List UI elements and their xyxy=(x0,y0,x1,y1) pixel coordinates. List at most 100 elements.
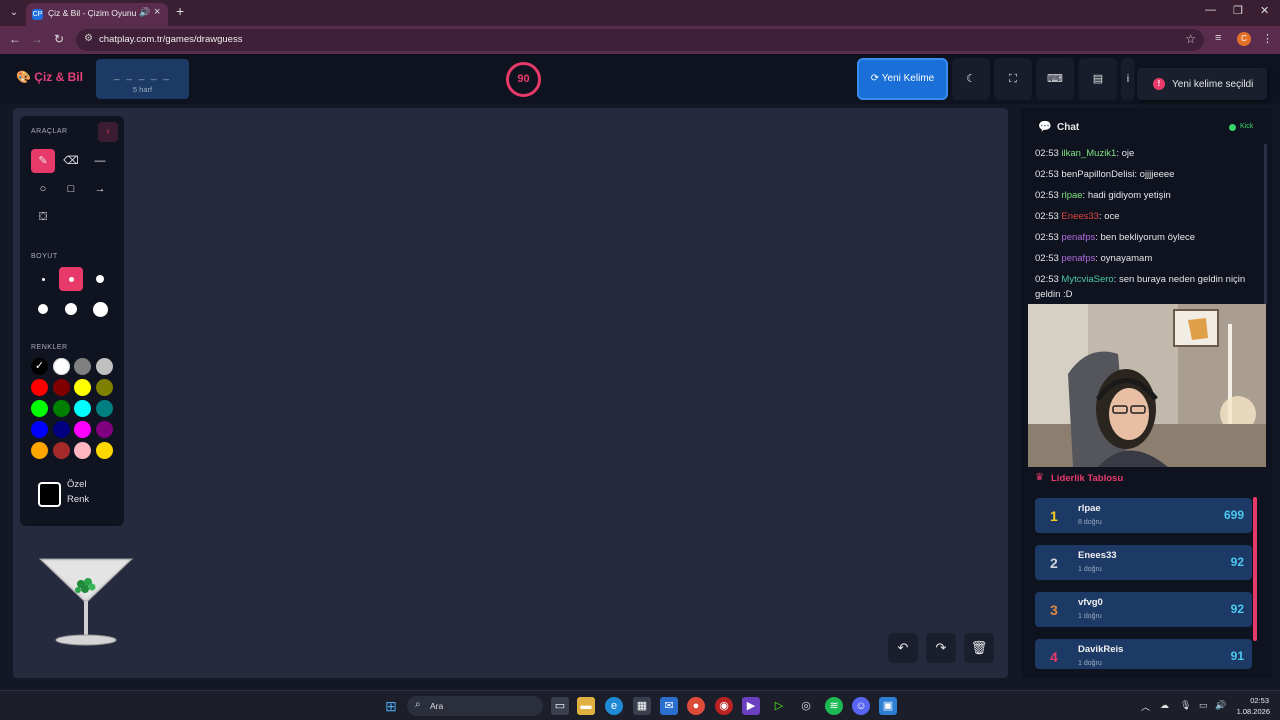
obs-icon[interactable]: ◎ xyxy=(797,697,815,715)
color-swatch[interactable] xyxy=(52,442,70,459)
color-swatch[interactable] xyxy=(31,379,48,396)
app-header: 🎨 Çiz & Bil _ _ _ _ _ 5 harf 90 ⟳ Yeni K… xyxy=(0,54,1280,104)
chat-username[interactable]: MytcviaSero xyxy=(1061,274,1113,285)
file-explorer-icon[interactable]: ▬ xyxy=(577,697,595,715)
kick-app-icon[interactable]: ▷ xyxy=(770,697,788,715)
photos-app-icon[interactable]: ▣ xyxy=(879,697,897,715)
app-logo[interactable]: 🎨 Çiz & Bil xyxy=(16,70,83,84)
url-text: chatplay.com.tr/games/drawguess xyxy=(99,34,243,45)
color-swatch[interactable] xyxy=(95,400,113,417)
color-swatch[interactable] xyxy=(95,358,113,375)
chat-message: 02:53 benPapillonDelisi: ojjjjeeee xyxy=(1035,167,1265,182)
clock-date[interactable]: 1.08.2026 xyxy=(1232,707,1270,716)
site-info-icon[interactable]: ⚙ xyxy=(84,33,93,44)
custom-color-button[interactable] xyxy=(38,482,61,507)
size-option-lg[interactable] xyxy=(31,297,55,321)
browser-tab[interactable]: CP Çiz & Bil - Çizim Oyunu 🔊 × xyxy=(26,3,168,26)
fullscreen-icon[interactable]: ⛶ xyxy=(994,58,1032,100)
color-swatch[interactable]: ✓ xyxy=(31,358,48,375)
leaderboard-scrollbar[interactable] xyxy=(1253,497,1257,641)
color-swatch[interactable] xyxy=(52,400,70,417)
reload-icon[interactable]: ↻ xyxy=(54,32,64,46)
chat-username[interactable]: rlpae xyxy=(1061,190,1082,201)
color-swatch[interactable] xyxy=(52,421,70,438)
tab-title: Çiz & Bil - Çizim Oyunu xyxy=(48,8,137,18)
chat-username[interactable]: benPapillonDelisi xyxy=(1061,169,1134,180)
color-swatch[interactable] xyxy=(52,379,70,396)
volume-icon[interactable]: 🔊 xyxy=(1215,700,1226,711)
video-editor-icon[interactable]: ▶ xyxy=(742,697,760,715)
chrome-browser-icon[interactable]: ● xyxy=(687,697,705,715)
chat-username[interactable]: penafps xyxy=(1061,253,1095,264)
tray-chevron-up-icon[interactable]: ︿ xyxy=(1141,700,1150,713)
color-swatch[interactable] xyxy=(95,379,113,396)
line-tool-icon[interactable]: — xyxy=(88,149,112,173)
extensions-icon[interactable]: ≡ xyxy=(1215,32,1221,44)
info-icon[interactable]: i xyxy=(1121,58,1135,100)
clock-time[interactable]: 02:53 xyxy=(1249,696,1269,705)
archive-icon[interactable]: ▤ xyxy=(1079,58,1117,100)
forward-arrow-icon[interactable]: → xyxy=(31,32,43,46)
new-tab-plus-icon[interactable]: + xyxy=(176,3,184,19)
color-swatch[interactable] xyxy=(95,442,113,459)
media-app-icon[interactable]: ◉ xyxy=(715,697,733,715)
color-swatch[interactable] xyxy=(95,421,113,438)
color-swatch[interactable] xyxy=(52,358,70,375)
size-option-xl[interactable] xyxy=(59,297,83,321)
trash-icon[interactable]: 🗑 xyxy=(964,633,994,663)
store-icon[interactable]: ▦ xyxy=(633,697,651,715)
circle-tool-icon[interactable]: ○ xyxy=(31,177,55,201)
maximize-icon[interactable]: ❐ xyxy=(1233,4,1243,17)
chat-message: 02:53 penafps: oynayamam xyxy=(1035,251,1265,266)
size-option-xs[interactable] xyxy=(31,267,55,291)
microphone-icon[interactable]: 🎙 xyxy=(1180,700,1191,711)
collapse-panel-chevron-icon[interactable]: ‹ xyxy=(98,122,118,142)
task-view-icon[interactable]: ▭ xyxy=(551,697,569,715)
display-icon[interactable]: ▭ xyxy=(1199,700,1208,711)
color-swatch[interactable] xyxy=(74,358,91,375)
leaderboard-rank: 2 xyxy=(1050,555,1058,571)
chat-username[interactable]: ilkan_Muzik1 xyxy=(1061,148,1116,159)
size-option-xxl[interactable] xyxy=(88,297,112,321)
spotify-icon[interactable]: ≋ xyxy=(825,697,843,715)
color-swatch[interactable] xyxy=(74,421,91,438)
close-window-icon[interactable]: ✕ xyxy=(1260,4,1269,17)
size-option-sm[interactable] xyxy=(59,267,83,291)
chat-username[interactable]: penafps xyxy=(1061,232,1095,243)
back-arrow-icon[interactable]: ← xyxy=(9,32,21,46)
mail-icon[interactable]: ✉ xyxy=(660,697,678,715)
browser-menu-icon[interactable]: ⋮ xyxy=(1262,32,1273,45)
color-swatch[interactable] xyxy=(31,400,48,417)
url-field[interactable]: ⚙ chatplay.com.tr/games/drawguess ☆ xyxy=(76,29,1204,51)
cloud-icon[interactable]: ☁ xyxy=(1160,700,1169,711)
color-swatch[interactable] xyxy=(31,421,48,438)
tab-search-chevron-icon[interactable]: ⌄ xyxy=(6,5,22,21)
taskbar-search[interactable]: ⌕ Ara xyxy=(407,696,543,716)
fill-bucket-tool-icon[interactable]: ⛋ xyxy=(31,205,55,229)
speaker-icon[interactable]: 🔊 xyxy=(139,7,150,18)
discord-icon[interactable]: ☺ xyxy=(852,697,870,715)
drawing-canvas[interactable] xyxy=(13,108,1008,678)
color-swatch[interactable] xyxy=(31,442,48,459)
dark-mode-moon-icon[interactable]: ☾ xyxy=(952,58,990,100)
profile-avatar[interactable]: C xyxy=(1237,32,1251,46)
keyboard-icon[interactable]: ⌨ xyxy=(1036,58,1074,100)
close-tab-icon[interactable]: × xyxy=(154,6,160,18)
color-swatch[interactable] xyxy=(74,379,91,396)
chat-username[interactable]: Enees33 xyxy=(1061,211,1099,222)
rectangle-tool-icon[interactable]: □ xyxy=(59,177,83,201)
size-option-md[interactable] xyxy=(88,267,112,291)
pencil-tool-icon[interactable]: ✎ xyxy=(31,149,55,173)
eraser-tool-icon[interactable]: ⌫ xyxy=(59,149,83,173)
minimize-icon[interactable]: — xyxy=(1205,4,1216,16)
color-swatch[interactable] xyxy=(74,400,91,417)
chat-scrollbar[interactable] xyxy=(1264,144,1267,304)
bookmark-star-icon[interactable]: ☆ xyxy=(1185,32,1196,46)
new-word-button[interactable]: ⟳ Yeni Kelime xyxy=(857,58,948,100)
redo-icon[interactable]: ↷ xyxy=(926,633,956,663)
edge-browser-icon[interactable]: e xyxy=(605,697,623,715)
windows-start-icon[interactable]: ⊞ xyxy=(382,697,400,715)
arrow-tool-icon[interactable]: → xyxy=(88,177,112,201)
undo-icon[interactable]: ↶ xyxy=(888,633,918,663)
color-swatch[interactable] xyxy=(74,442,91,459)
